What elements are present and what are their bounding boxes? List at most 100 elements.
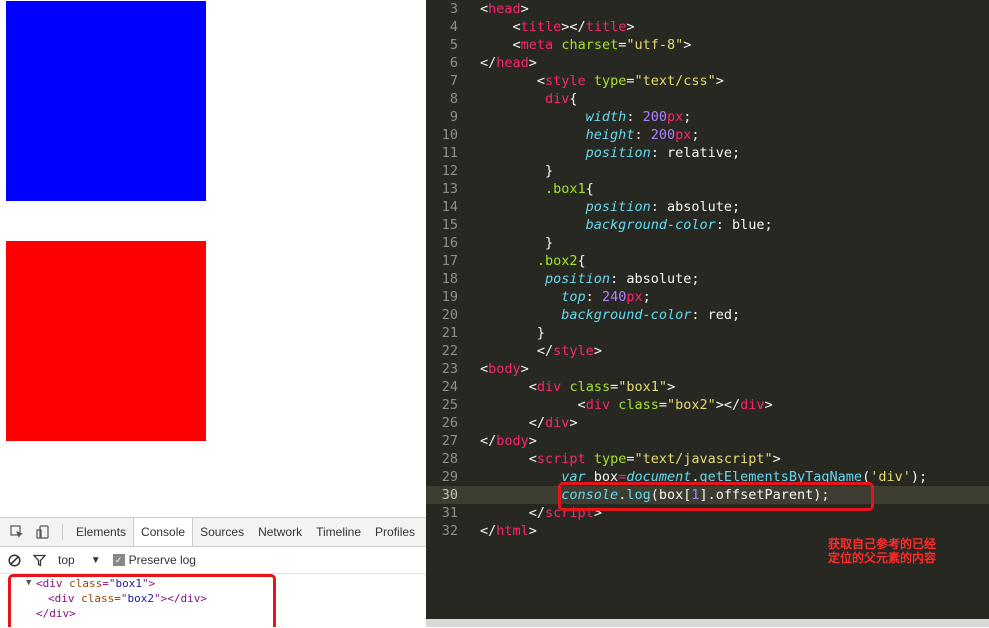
code-text: </div> [528, 415, 578, 431]
code-line[interactable]: 10 height: 200px; [426, 126, 989, 144]
tab-network[interactable]: Network [251, 518, 309, 546]
line-number: 13 [441, 181, 458, 197]
line-number: 10 [441, 127, 458, 143]
inspect-icon[interactable] [8, 523, 26, 541]
tab-sources[interactable]: Sources [193, 518, 251, 546]
code-text: <head> [480, 1, 529, 17]
code-line[interactable]: 4 <title></title> [426, 18, 989, 36]
line-number: 6 [449, 55, 458, 71]
annotation-line: 获取自己参考的已经 [828, 537, 937, 551]
code-text: <title></title> [512, 19, 635, 35]
code-text: </body> [480, 433, 537, 449]
line-number: 23 [441, 361, 458, 377]
code-line[interactable]: 6 </head> [426, 54, 989, 72]
line-number: 4 [449, 19, 458, 35]
code-text: <div class="box2"></div> [577, 397, 773, 413]
line-number: 21 [441, 325, 458, 341]
code-line[interactable]: 5 <meta charset="utf-8"> [426, 36, 989, 54]
code-text: <body> [480, 361, 529, 377]
code-text: </head> [480, 55, 537, 71]
line-number: 20 [441, 307, 458, 323]
context-value: top [58, 553, 75, 567]
line-number: 9 [449, 109, 458, 125]
code-line[interactable]: 17 .box2{ [426, 252, 989, 270]
code-text: <div class="box1"> [528, 379, 676, 395]
preserve-log-checkbox[interactable]: ✓ Preserve log [112, 553, 196, 567]
line-number: 8 [449, 91, 458, 107]
code-line[interactable]: 9 width: 200px; [426, 108, 989, 126]
code-text: position: relative; [585, 145, 741, 161]
code-text: .box1{ [545, 181, 594, 197]
line-number: 7 [449, 73, 458, 89]
line-number: 19 [441, 289, 458, 305]
code-text: } [536, 325, 546, 341]
console-highlight-box [8, 574, 276, 627]
code-line[interactable]: 25 <div class="box2"></div> [426, 396, 989, 414]
code-text: } [545, 163, 554, 179]
checkbox-checked-icon: ✓ [112, 554, 125, 566]
context-select[interactable]: top ▼ [58, 553, 101, 567]
line-number: 30 [441, 487, 458, 503]
code-line[interactable]: 19 top: 240px; [426, 288, 989, 306]
code-text: width: 200px; [585, 109, 692, 125]
code-text: <meta charset="utf-8"> [512, 37, 692, 53]
tab-timeline[interactable]: Timeline [309, 518, 368, 546]
line-number: 16 [441, 235, 458, 251]
annotation-line: 定位的父元素的内容 [828, 551, 937, 565]
code-line[interactable]: 16 } [426, 234, 989, 252]
code-line[interactable]: 8 div{ [426, 90, 989, 108]
code-line[interactable]: 3 <head> [426, 0, 989, 18]
filter-icon[interactable] [33, 554, 46, 567]
code-line[interactable]: 7 <style type="text/css"> [426, 72, 989, 90]
code-line[interactable]: 22 </style> [426, 342, 989, 360]
code-text: top: 240px; [561, 289, 651, 305]
clear-icon[interactable] [8, 553, 21, 567]
tab-profiles[interactable]: Profiles [368, 518, 422, 546]
line-number: 17 [441, 253, 458, 269]
code-line[interactable]: 24 <div class="box1"> [426, 378, 989, 396]
code-line[interactable]: 13 .box1{ [426, 180, 989, 198]
line-number: 15 [441, 217, 458, 233]
code-line[interactable]: 28 <script type="text/javascript"> [426, 450, 989, 468]
code-text: position: absolute; [585, 199, 741, 215]
code-text: <script type="text/javascript"> [528, 451, 781, 467]
tab-console[interactable]: Console [133, 518, 194, 546]
code-text: </html> [480, 523, 537, 539]
red-box [6, 241, 206, 441]
code-line[interactable]: 18 position: absolute; [426, 270, 989, 288]
divider [62, 524, 63, 540]
line-number: 29 [441, 469, 458, 485]
line-number: 24 [441, 379, 458, 395]
preserve-log-label: Preserve log [128, 553, 196, 567]
code-line[interactable]: 15 background-color: blue; [426, 216, 989, 234]
line-number: 31 [441, 505, 458, 521]
line-number: 25 [441, 397, 458, 413]
line-number: 5 [449, 37, 458, 53]
code-line[interactable]: 27 </body> [426, 432, 989, 450]
tab-elements[interactable]: Elements [69, 518, 133, 546]
code-line[interactable]: 20 background-color: red; [426, 306, 989, 324]
code-line[interactable]: 23 <body> [426, 360, 989, 378]
line-number: 26 [441, 415, 458, 431]
line-number: 28 [441, 451, 458, 467]
code-text: background-color: red; [561, 307, 741, 323]
code-line[interactable]: 12 } [426, 162, 989, 180]
annotation-note: 获取自己参考的已经 定位的父元素的内容 [828, 537, 936, 565]
code-text: <style type="text/css"> [536, 73, 724, 89]
code-text: position: absolute; [545, 271, 700, 287]
code-highlight-box [558, 482, 874, 511]
line-number: 14 [441, 199, 458, 215]
code-text: div{ [545, 91, 578, 107]
chevron-down-icon: ▼ [90, 554, 101, 566]
code-line[interactable]: 21 } [426, 324, 989, 342]
code-line[interactable]: 11 position: relative; [426, 144, 989, 162]
code-text: height: 200px; [585, 127, 700, 143]
code-text: .box2{ [536, 253, 586, 269]
device-icon[interactable] [34, 523, 52, 541]
devtools-tabbar: Elements Console Sources Network Timelin… [0, 518, 426, 547]
line-number: 11 [441, 145, 458, 161]
code-line[interactable]: 14 position: absolute; [426, 198, 989, 216]
code-line[interactable]: 26 </div> [426, 414, 989, 432]
code-editor[interactable]: 3 <head> 4 <title></title> 5 <meta charset=… [426, 0, 989, 627]
line-number: 27 [441, 433, 458, 449]
